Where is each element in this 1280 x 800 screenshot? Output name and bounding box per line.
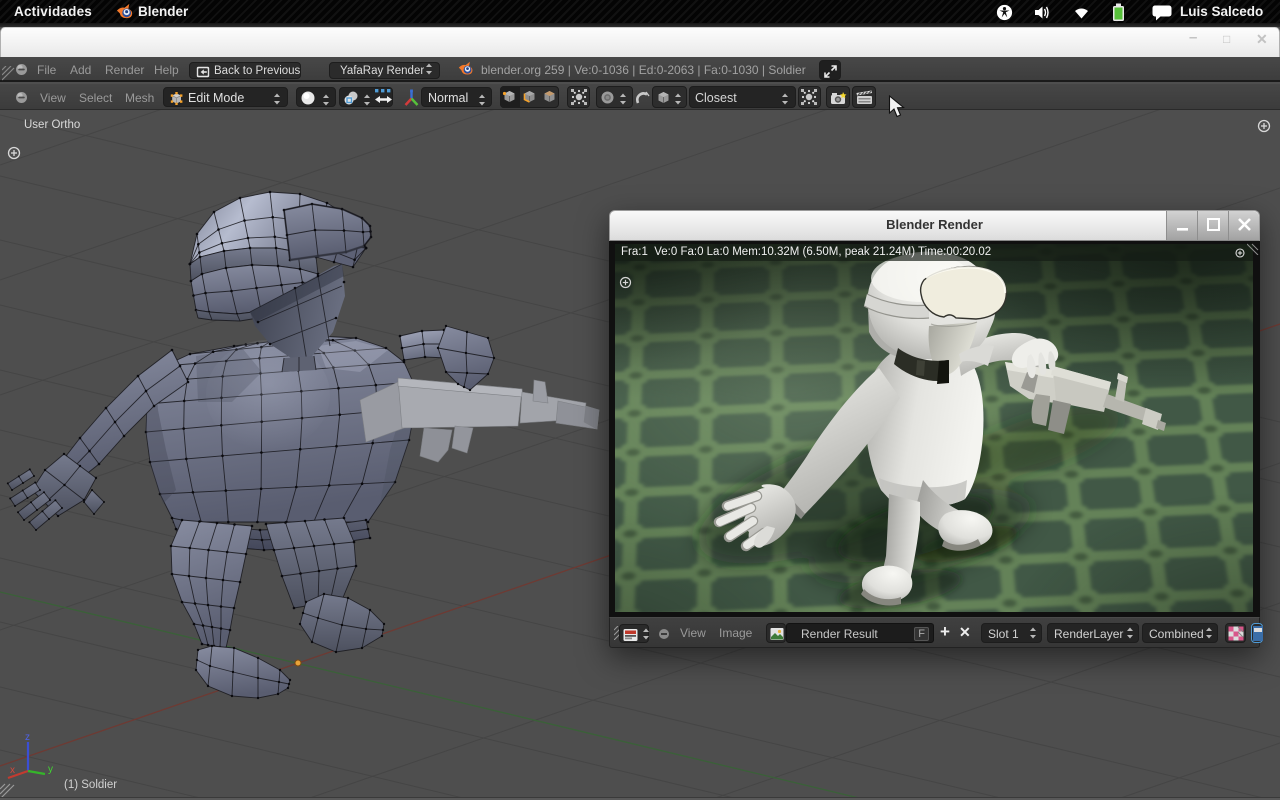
svg-text:(1) Soldier: (1) Soldier: [64, 779, 117, 791]
svg-text:z: z: [25, 732, 30, 743]
svg-text:x: x: [10, 765, 15, 776]
svg-text:y: y: [48, 764, 53, 775]
svg-text:User Ortho: User Ortho: [24, 119, 80, 131]
